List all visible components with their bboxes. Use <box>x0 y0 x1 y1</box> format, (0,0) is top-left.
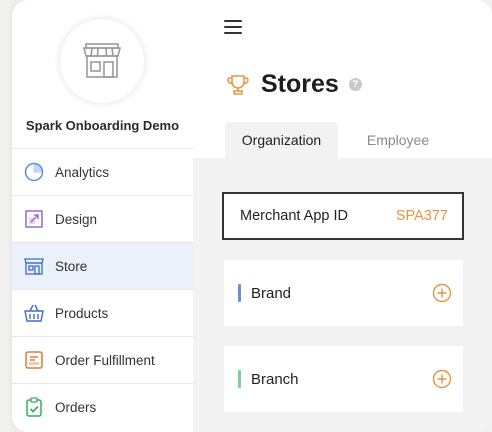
sidebar-item-products[interactable]: Products <box>12 289 193 336</box>
menu-line <box>224 26 242 28</box>
merchant-app-id-label: Merchant App ID <box>240 208 348 224</box>
merchant-app-id-box: Merchant App ID SPA377 <box>222 192 464 240</box>
store-logo <box>60 19 144 103</box>
tab-organization[interactable]: Organization <box>225 122 338 158</box>
trophy-icon <box>227 74 249 95</box>
sidebar-item-label: Orders <box>55 399 97 415</box>
clipboard-check-icon <box>23 396 45 418</box>
sidebar-item-label: Design <box>55 211 98 227</box>
menu-line <box>224 32 242 34</box>
tab-employee[interactable]: Employee <box>353 122 443 158</box>
menu-line <box>224 20 242 22</box>
sidebar-item-design[interactable]: Design <box>12 195 193 242</box>
sidebar-item-order-fulfillment[interactable]: Order Fulfillment <box>12 336 193 383</box>
tabs: Organization Employee <box>193 122 492 158</box>
sidebar: Spark Onboarding Demo Analytics Design S… <box>12 0 193 432</box>
brand-card: Brand <box>224 260 463 326</box>
brand-accent-bar <box>238 284 241 302</box>
sidebar-item-label: Analytics <box>55 164 110 180</box>
pie-chart-icon <box>23 161 45 183</box>
help-icon[interactable]: ? <box>348 78 362 91</box>
design-icon <box>23 208 45 230</box>
fulfillment-icon <box>23 349 45 371</box>
main-panel: Stores ? Organization Employee Merchant … <box>193 0 492 432</box>
storefront-icon <box>23 255 45 277</box>
branch-accent-bar <box>238 370 241 388</box>
brand-title: Brand <box>251 284 292 302</box>
organization-name: Spark Onboarding Demo <box>25 118 180 133</box>
page-header: Stores ? <box>227 70 362 99</box>
basket-icon <box>23 302 45 324</box>
sidebar-item-orders[interactable]: Orders <box>12 383 193 430</box>
hamburger-menu-button[interactable] <box>224 18 244 36</box>
sidebar-item-analytics[interactable]: Analytics <box>12 148 193 195</box>
tab-content: Merchant App ID SPA377 Brand Branch <box>193 158 492 432</box>
branch-card: Branch <box>224 346 463 412</box>
add-brand-button[interactable] <box>432 283 452 303</box>
sidebar-nav: Analytics Design Store Products Order Fu… <box>12 148 193 430</box>
add-branch-button[interactable] <box>432 369 452 389</box>
page-title: Stores <box>261 70 339 98</box>
sidebar-item-label: Store <box>55 258 88 274</box>
branch-title: Branch <box>251 370 299 388</box>
storefront-icon <box>82 43 122 78</box>
sidebar-item-label: Order Fulfillment <box>55 352 155 368</box>
sidebar-item-store[interactable]: Store <box>12 242 193 289</box>
sidebar-item-label: Products <box>55 305 109 321</box>
merchant-app-id-value: SPA377 <box>395 208 448 224</box>
